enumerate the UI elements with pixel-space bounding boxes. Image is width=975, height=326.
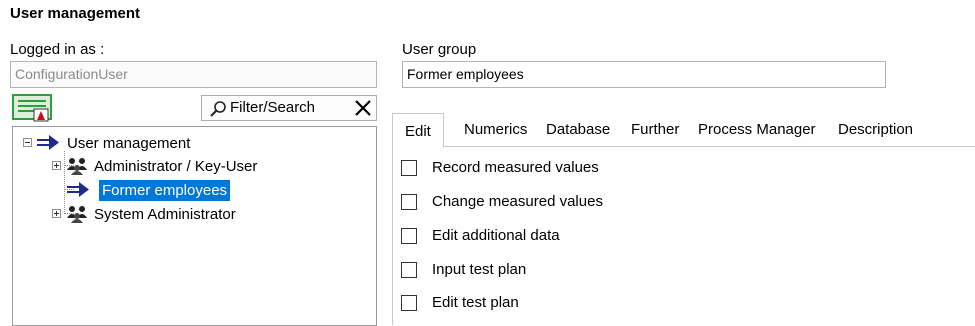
- users-group-icon: [65, 156, 89, 180]
- checkbox[interactable]: [401, 194, 417, 210]
- user-group-field[interactable]: Former employees: [402, 61, 886, 88]
- edit-permissions-panel: Record measured values Change measured v…: [392, 147, 975, 325]
- magnifier-icon: [208, 99, 228, 119]
- permission-label: Input test plan: [432, 261, 527, 278]
- users-group-icon: [65, 204, 89, 228]
- checkbox[interactable]: [401, 262, 417, 278]
- user-management-tool-icon[interactable]: [12, 94, 54, 122]
- permission-label: Record measured values: [432, 159, 599, 176]
- checkbox[interactable]: [401, 160, 417, 176]
- tree-node-label: User management: [67, 135, 191, 152]
- collapse-icon[interactable]: [23, 138, 32, 147]
- arrow-group-icon: [35, 133, 61, 157]
- logged-in-label: Logged in as :: [10, 41, 105, 58]
- tab-further[interactable]: Further: [631, 121, 679, 138]
- expand-icon[interactable]: [52, 161, 61, 170]
- permission-tabs: Edit Numerics Database Further Process M…: [392, 113, 975, 147]
- user-group-label: User group: [402, 41, 477, 58]
- tab-process-manager[interactable]: Process Manager: [698, 121, 816, 138]
- tab-description[interactable]: Description: [838, 121, 913, 138]
- filter-search-button[interactable]: Filter/Search: [201, 95, 377, 121]
- tree-node-label: Administrator / Key-User: [94, 158, 258, 175]
- checkbox[interactable]: [401, 295, 417, 311]
- permission-label: Edit test plan: [432, 294, 519, 311]
- tab-database[interactable]: Database: [546, 121, 610, 138]
- filter-search-label: Filter/Search: [230, 99, 316, 116]
- expand-icon[interactable]: [52, 209, 61, 218]
- tab-numerics[interactable]: Numerics: [464, 121, 527, 138]
- permission-label: Edit additional data: [432, 227, 560, 244]
- page-title: User management: [10, 5, 141, 22]
- tab-edit[interactable]: Edit: [392, 113, 444, 147]
- tree-node-label: Former employees: [99, 180, 231, 201]
- user-group-tree[interactable]: User management Administrator / Key-User: [12, 126, 377, 326]
- arrow-group-icon: [65, 180, 91, 204]
- tree-node-label: System Administrator: [94, 206, 236, 223]
- logged-in-field: ConfigurationUser: [10, 61, 377, 88]
- checkbox[interactable]: [401, 228, 417, 244]
- permission-label: Change measured values: [432, 193, 603, 210]
- clear-filter-icon[interactable]: [352, 96, 374, 120]
